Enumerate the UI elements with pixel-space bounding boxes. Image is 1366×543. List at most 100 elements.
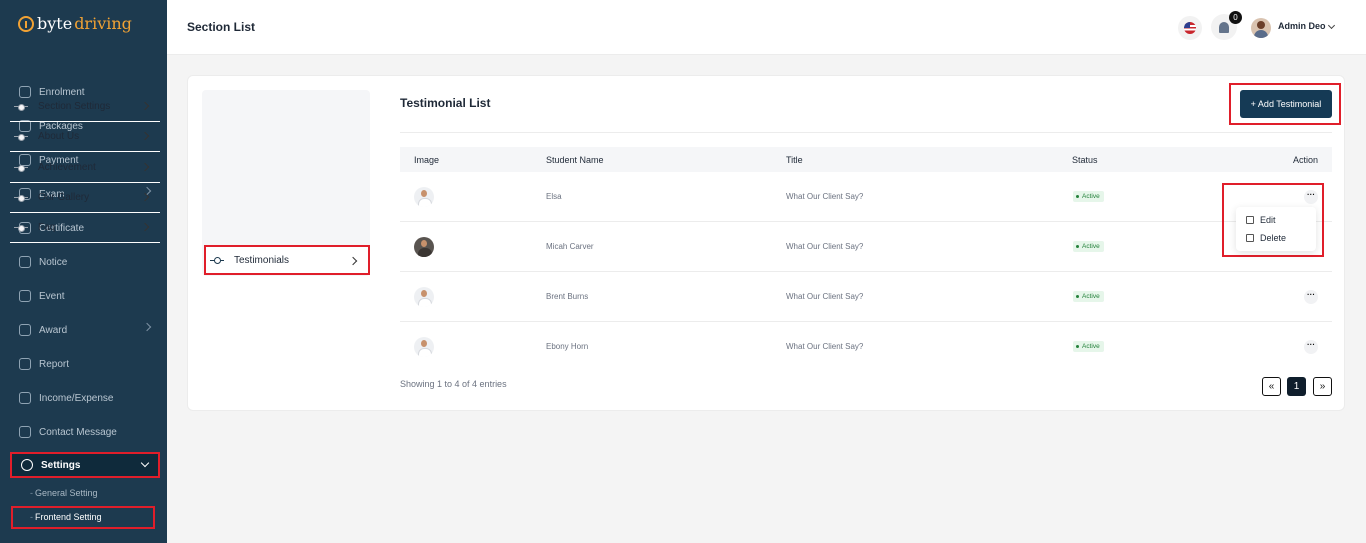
income-expense-icon [19,392,31,404]
column-header-title: Title [786,155,803,165]
section-menu-item-faq[interactable]: Faq [10,213,160,243]
delete-menu-item[interactable]: Delete [1246,233,1286,243]
section-menu-label: Section Settings [38,101,111,112]
more-actions-button[interactable]: ··· [1304,290,1318,304]
notice-icon [19,256,31,268]
status-badge: Active [1073,291,1104,302]
sidebar-item-event[interactable]: Event [10,283,160,309]
event-icon [19,290,31,302]
section-menu-label: Testimonials [234,254,290,266]
section-menu-item-about-us[interactable]: About Us [10,122,160,152]
sidebar-item-label: Award [39,324,68,336]
notification-badge: 0 [1229,11,1242,24]
node-icon [14,133,28,141]
sidebar-subitem-general-setting[interactable]: General Setting [30,483,98,503]
column-header-image: Image [414,155,440,165]
brand-name-part1: byte [37,14,73,33]
brand-logo[interactable]: byte driving [18,14,132,33]
chevron-right-icon [140,101,150,111]
brand-name-part2: driving [74,14,132,33]
node-icon [14,103,28,111]
pagination-next-button[interactable]: » [1313,377,1332,396]
section-menu-item-testimonials[interactable]: Testimonials [204,245,370,275]
sidebar-item-label: Income/Expense [39,392,114,404]
section-menu-label: Our Gallery [38,192,90,203]
chevron-right-icon [142,322,152,332]
trash-icon [1246,234,1254,242]
testimonial-title: What Our Client Say? [786,192,864,201]
student-name: Ebony Horn [546,342,589,351]
sidebar-item-settings[interactable]: Settings [10,452,160,478]
sidebar: byte driving Enrolment Packages Payment E… [0,0,167,543]
table-row: Elsa What Our Client Say? Active ··· [400,172,1332,222]
node-icon [14,164,28,172]
avatar[interactable] [1251,18,1271,38]
add-testimonial-button[interactable]: + Add Testimonial [1240,90,1332,118]
pagination-prev-button[interactable]: « [1262,377,1281,396]
frontend-setting-highlight [11,506,155,529]
edit-menu-item[interactable]: Edit [1246,215,1276,225]
student-avatar [414,237,434,257]
sidebar-item-label: Settings [41,459,81,471]
us-flag-icon [1184,22,1196,34]
edit-icon [1246,216,1254,224]
divider [400,132,1332,133]
node-icon [210,257,224,264]
chevron-right-icon [140,162,150,172]
sidebar-item-award[interactable]: Award [10,317,160,343]
table-header: Image Student Name Title Status Action [400,147,1332,172]
node-icon [14,194,28,202]
steering-wheel-icon [18,15,34,32]
column-header-status: Status [1072,155,1098,165]
section-menu-label: Faq [38,222,56,233]
student-avatar [414,287,434,307]
more-actions-button[interactable]: ··· [1304,340,1318,354]
student-avatar [414,187,434,207]
sidebar-item-label: Contact Message [39,426,117,438]
column-header-student-name: Student Name [546,155,604,165]
student-name: Elsa [546,192,562,201]
student-name: Micah Carver [546,242,594,251]
student-avatar [414,337,434,357]
status-badge: Active [1073,191,1104,202]
node-icon [14,224,28,232]
pagination-page-1[interactable]: 1 [1287,377,1306,396]
user-name[interactable]: Admin Deo [1278,21,1326,31]
testimonial-title: What Our Client Say? [786,342,864,351]
award-icon [19,324,31,336]
chevron-right-icon [140,192,150,202]
entries-info: Showing 1 to 4 of 4 entries [400,379,507,389]
page-title: Section List [187,20,256,34]
sidebar-item-label: Notice [39,256,68,268]
table-row: Ebony Horn What Our Client Say? Active ·… [400,322,1332,372]
sidebar-item-income-expense[interactable]: Income/Expense [10,385,160,411]
column-header-action: Action [1292,155,1318,165]
table-row: Brent Burns What Our Client Say? Active … [400,272,1332,322]
chevron-down-icon [140,458,150,468]
sidebar-item-label: Report [39,358,70,370]
chevron-right-icon [348,256,358,266]
contact-message-icon [19,426,31,438]
sidebar-item-notice[interactable]: Notice [10,249,160,275]
section-menu-item-our-gallery[interactable]: Our Gallery [10,183,160,213]
section-menu-label: Achievement [38,162,96,173]
report-icon [19,358,31,370]
settings-icon [21,459,33,471]
testimonial-list-title: Testimonial List [400,96,491,110]
sidebar-item-report[interactable]: Report [10,351,160,377]
status-badge: Active [1073,241,1104,252]
chevron-down-icon[interactable] [1327,21,1336,30]
section-menu-item-section-settings[interactable]: Section Settings [10,92,160,122]
chevron-right-icon [140,131,150,141]
section-menu-label: About Us [38,131,80,142]
sidebar-item-contact-message[interactable]: Contact Message [10,419,160,445]
language-selector[interactable] [1178,16,1202,40]
section-menu-item-achievement[interactable]: Achievement [10,153,160,183]
delete-label: Delete [1260,233,1287,243]
sidebar-item-label: Event [39,290,65,302]
edit-label: Edit [1260,215,1276,225]
student-name: Brent Burns [546,292,589,301]
status-badge: Active [1073,341,1104,352]
bell-icon [1219,21,1229,33]
top-header: Section List 0 Admin Deo [167,0,1366,55]
